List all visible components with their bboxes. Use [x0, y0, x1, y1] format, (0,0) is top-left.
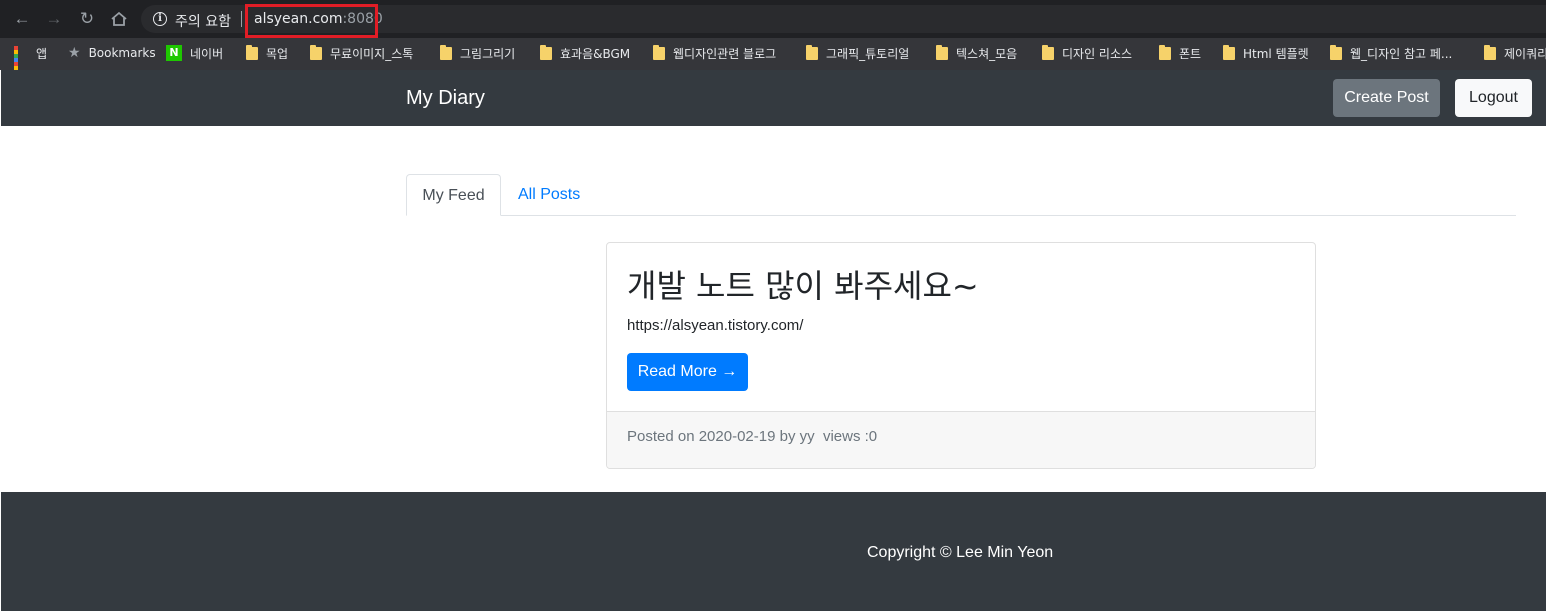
bookmark-label: 목업 [266, 46, 289, 61]
bookmark-label: 그림그리기 [460, 46, 516, 61]
folder-icon [1159, 44, 1171, 60]
home-icon[interactable] [108, 8, 130, 30]
folder-icon [1042, 44, 1054, 60]
info-icon[interactable]: i [153, 12, 167, 26]
bookmark-folder[interactable]: 제이쿼리 [1484, 43, 1546, 63]
bookmark-label: 네이버 [190, 46, 224, 61]
navbar-brand[interactable]: My Diary [406, 87, 485, 110]
folder-icon [310, 44, 322, 60]
folder-icon [1223, 44, 1235, 60]
folder-icon [806, 44, 818, 60]
bookmark-folder[interactable]: 효과음&BGM [540, 43, 630, 63]
bookmark-label: Bookmarks [88, 46, 156, 60]
bookmark-label: 그래픽_튜토리얼 [826, 46, 910, 61]
bookmark-folder[interactable]: 디자인 리소스 [1042, 43, 1132, 63]
post-meta: Posted on 2020-02-19 by yy views :0 [607, 411, 1315, 468]
bookmark-folder[interactable]: 그래픽_튜토리얼 [806, 43, 909, 63]
site-navbar: My Diary Create Post Logout [1, 70, 1546, 126]
tab-my-feed[interactable]: My Feed [406, 174, 501, 216]
tab-all-posts[interactable]: All Posts [502, 174, 596, 216]
read-more-button[interactable]: Read More → [627, 353, 748, 391]
bookmark-apps[interactable]: 앱 [14, 43, 48, 82]
folder-icon [653, 44, 665, 60]
post-text: https://alsyean.tistory.com/ [627, 317, 804, 334]
bookmark-label: 웹_디자인 참고 페... [1350, 46, 1453, 61]
bookmarks-bar: 앱 ★ Bookmarks N 네이버 목업 무료이미지_스톡 그림그리기 효과… [0, 38, 1546, 82]
folder-icon [1330, 44, 1342, 60]
bookmark-folder[interactable]: 목업 [246, 43, 288, 63]
bookmark-label: 앱 [36, 46, 48, 61]
copyright-text: Copyright © Lee Min Yeon [867, 544, 1054, 561]
bookmark-label: 무료이미지_스톡 [330, 46, 414, 61]
folder-icon [246, 44, 258, 60]
feed-tabs: My Feed All Posts [406, 174, 1516, 216]
folder-icon [1484, 44, 1496, 60]
folder-icon [936, 44, 948, 60]
post-card: 개발 노트 많이 봐주세요~ https://alsyean.tistory.c… [606, 242, 1316, 469]
security-warning-label: 주의 요함 [175, 14, 231, 30]
bookmark-folder[interactable]: Html 템플렛 [1223, 43, 1309, 63]
bookmark-folder[interactable]: 웹_디자인 참고 페... [1330, 43, 1452, 63]
bookmark-bookmarks[interactable]: ★ Bookmarks [68, 43, 156, 63]
bookmark-label: 텍스쳐_모음 [956, 46, 1018, 61]
url-highlight-box [245, 4, 378, 38]
bookmark-folder[interactable]: 텍스쳐_모음 [936, 43, 1017, 63]
naver-icon: N [166, 45, 182, 61]
bookmark-folder[interactable]: 폰트 [1159, 43, 1201, 63]
bookmark-label: 디자인 리소스 [1062, 46, 1133, 61]
bookmark-label: 효과음&BGM [560, 46, 631, 61]
forward-arrow-icon[interactable]: → [43, 8, 65, 30]
create-post-button[interactable]: Create Post [1333, 79, 1440, 117]
bookmark-folder[interactable]: 웹디자인관련 블로그 [653, 43, 776, 63]
logout-button[interactable]: Logout [1455, 79, 1532, 117]
bookmark-folder[interactable]: 그림그리기 [440, 43, 515, 63]
post-title: 개발 노트 많이 봐주세요~ [627, 267, 979, 305]
bookmark-naver[interactable]: N 네이버 [166, 43, 223, 63]
bookmark-label: 폰트 [1179, 46, 1202, 61]
star-icon: ★ [68, 45, 81, 61]
folder-icon [540, 44, 552, 60]
browser-toolbar: ← → ↻ i 주의 요함 alsyean.com:8080 [0, 0, 1546, 38]
folder-icon [440, 44, 452, 60]
site-footer: Copyright © Lee Min Yeon [1, 492, 1546, 611]
reload-icon[interactable]: ↻ [76, 8, 98, 30]
address-separator [241, 11, 242, 27]
back-arrow-icon[interactable]: ← [11, 8, 33, 30]
bookmark-label: 제이쿼리 [1504, 46, 1546, 61]
apps-grid-icon [14, 46, 28, 82]
bookmark-label: 웹디자인관련 블로그 [673, 46, 777, 61]
bookmark-folder[interactable]: 무료이미지_스톡 [310, 43, 413, 63]
bookmark-label: Html 템플렛 [1243, 46, 1309, 61]
